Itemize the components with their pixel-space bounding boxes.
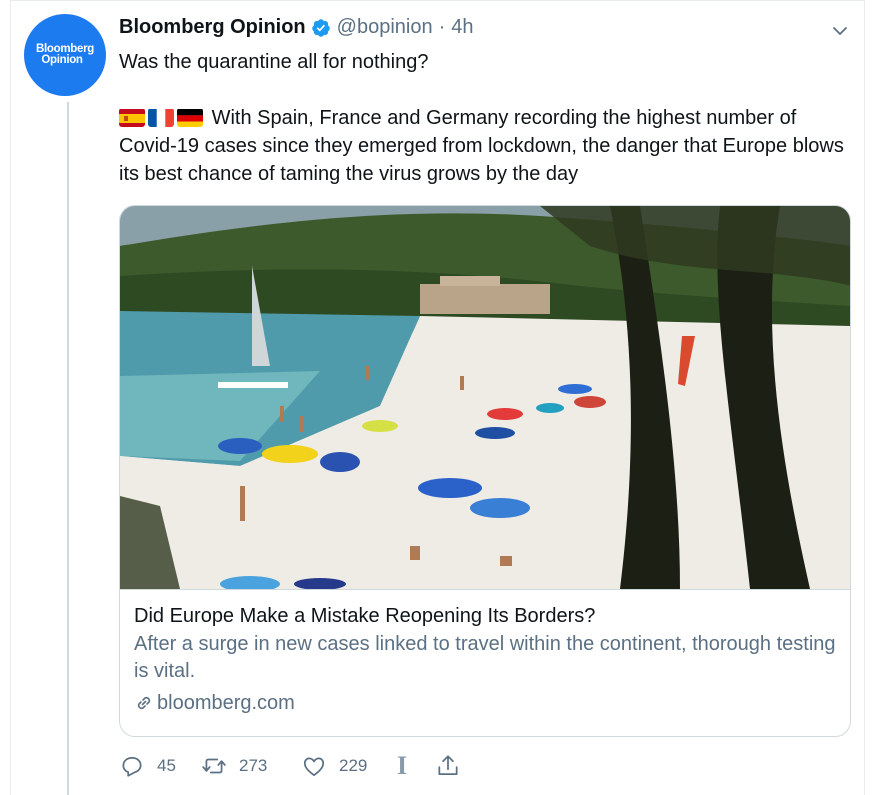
link-card[interactable]: Did Europe Make a Mistake Reopening Its … (119, 205, 851, 737)
retweet-icon (202, 758, 226, 774)
thread-line (67, 102, 69, 795)
reply-icon (122, 757, 142, 777)
separator-dot: · (438, 16, 446, 38)
france-flag-icon (148, 108, 174, 127)
timestamp[interactable]: 4h (451, 16, 473, 39)
card-domain-text: bloomberg.com (157, 692, 295, 714)
tweet-body-text: With Spain, France and Germany recording… (119, 107, 844, 185)
card-domain[interactable]: bloomberg.com (134, 689, 836, 717)
spain-flag-icon (119, 108, 145, 127)
avatar-text-line2: Opinion (41, 54, 83, 66)
card-title[interactable]: Did Europe Make a Mistake Reopening Its … (134, 602, 836, 630)
retweet-button[interactable]: 273 (201, 753, 301, 779)
like-count: 229 (339, 756, 368, 775)
card-body[interactable]: Did Europe Make a Mistake Reopening Its … (120, 589, 850, 717)
retweet-count: 273 (239, 756, 268, 775)
like-button[interactable]: 229 (301, 753, 397, 779)
reply-count: 45 (157, 756, 176, 775)
tweet-text-line1: Was the quarantine all for nothing? (119, 51, 429, 73)
tweet-text: Was the quarantine all for nothing? With… (119, 48, 854, 188)
germany-flag-icon (177, 108, 203, 127)
share-icon (438, 755, 458, 775)
tweet-actions: 45 273 229 I (119, 751, 475, 781)
author-handle[interactable]: @bopinion (337, 16, 433, 39)
tweet-text-paragraph: With Spain, France and Germany recording… (119, 104, 854, 188)
reply-button[interactable]: 45 (119, 753, 201, 779)
card-description: After a surge in new cases linked to tra… (134, 633, 836, 682)
tweet-header: Bloomberg Opinion @bopinion · 4h (119, 16, 474, 39)
card-image[interactable] (120, 206, 851, 589)
link-icon (137, 696, 151, 710)
chevron-down-icon[interactable] (831, 22, 849, 40)
verified-badge-icon (311, 18, 331, 38)
extension-i-icon[interactable]: I (397, 751, 435, 781)
heart-icon (303, 757, 325, 777)
share-button[interactable] (435, 753, 475, 779)
avatar[interactable]: Bloomberg Opinion (24, 14, 106, 96)
author-name[interactable]: Bloomberg Opinion (119, 16, 306, 39)
